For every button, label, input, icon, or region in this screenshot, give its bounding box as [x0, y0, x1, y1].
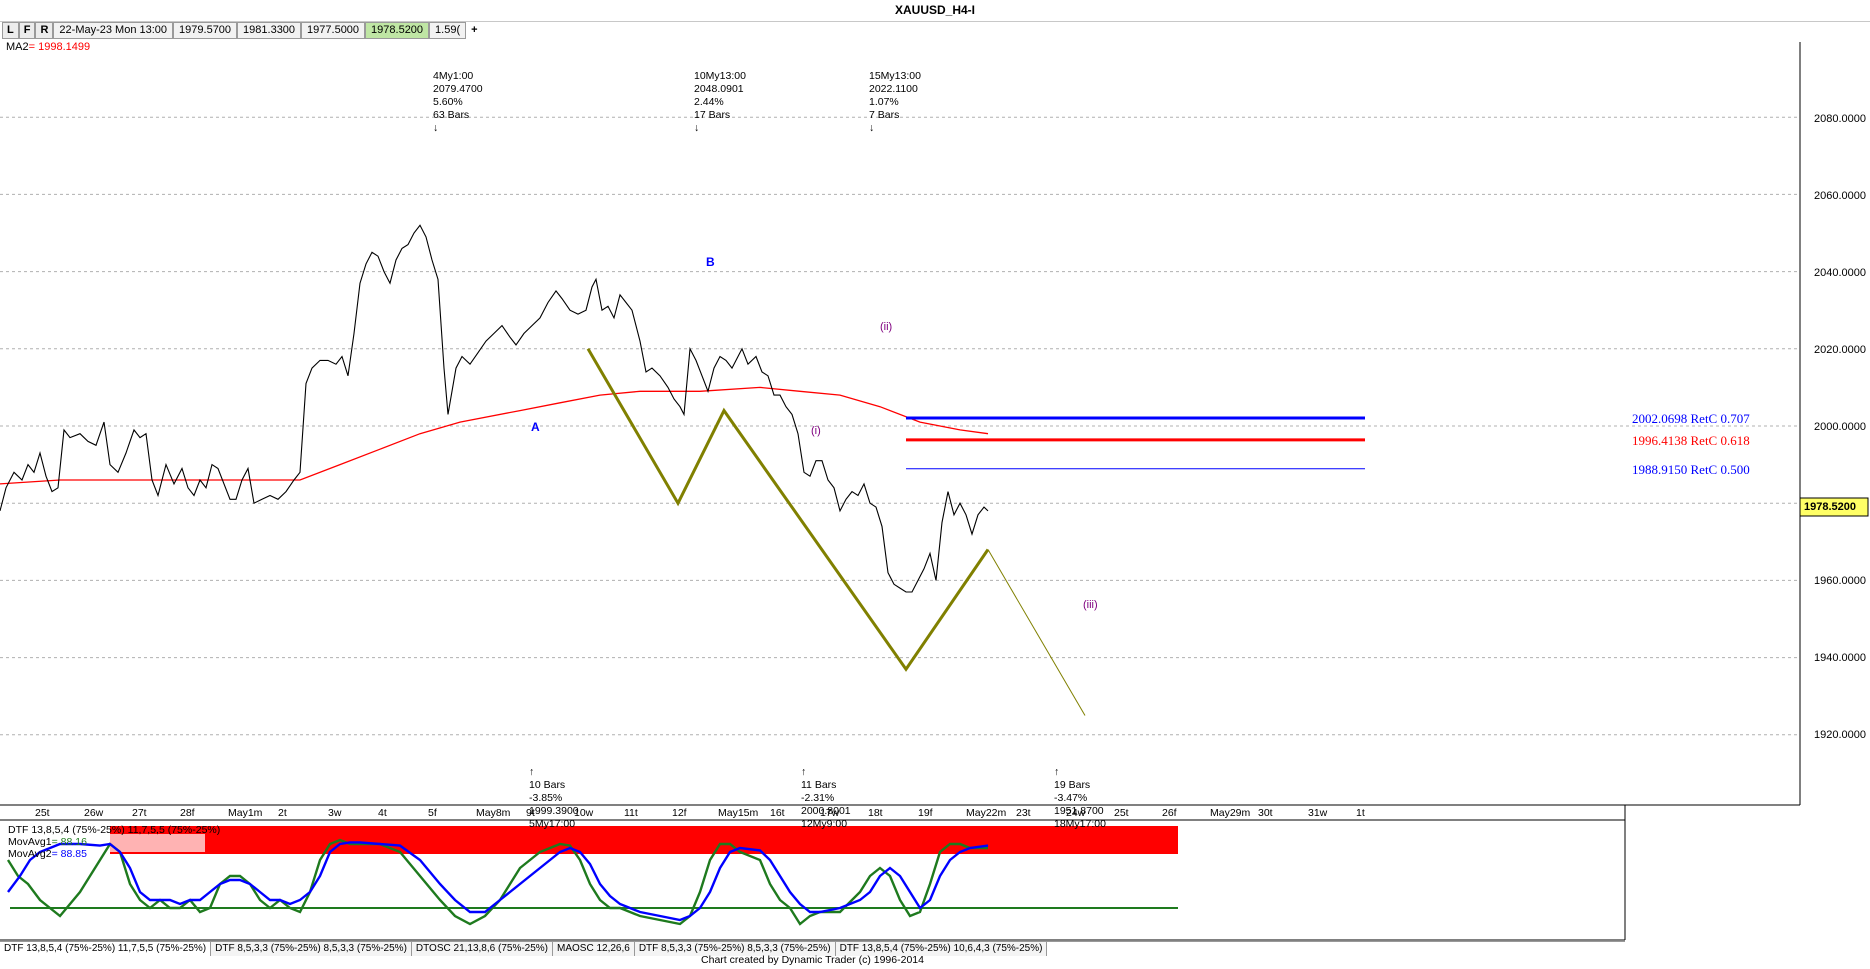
time-axis-label: 2t	[278, 807, 287, 819]
retracement-label-707: 2002.0698 RetC 0.707	[1632, 411, 1750, 426]
wave-label-ii: (ii)	[880, 321, 893, 333]
price-tick: 1940.0000	[1814, 652, 1866, 664]
wave-label-i: (i)	[811, 425, 821, 437]
up-arrow-icon: ↑	[529, 766, 535, 778]
time-axis-label: 25t	[1114, 807, 1129, 819]
wave-projection-line	[987, 549, 1086, 716]
window-title: XAUUSD_H4-I	[894, 3, 975, 17]
time-axis-label: May15m	[718, 807, 759, 819]
wave-pattern-line	[586, 348, 990, 672]
up-arrow-icon: ↑	[801, 766, 807, 778]
wave-label-b: B	[706, 255, 715, 269]
top-annotation: 10My13:00 2048.0901 2.44% 17 Bars ↓	[694, 70, 746, 134]
retracement-label-500: 1988.9150 RetC 0.500	[1632, 462, 1750, 477]
movavg1-legend: MovAvg1= 88.16	[8, 836, 87, 848]
time-axis-label: 31w	[1308, 807, 1328, 819]
time-axis-label: 9t	[526, 807, 535, 819]
price-tick: 2000.0000	[1814, 421, 1866, 433]
current-price-label: 1978.5200	[1804, 501, 1856, 513]
title-bar: XAUUSD_H4-I	[0, 0, 1870, 22]
time-axis-label: 5f	[428, 807, 437, 819]
footer-credit: Chart created by Dynamic Trader (c) 1996…	[701, 954, 924, 966]
bottom-annotation: ↑ 19 Bars -3.47% 1951.8700 18My17:00	[1054, 766, 1106, 830]
bottom-annotation: ↑ 11 Bars -2.31% 2000.8001 12My9:00	[801, 766, 851, 830]
time-axis-label: 3w	[328, 807, 342, 819]
price-tick: 2040.0000	[1814, 267, 1866, 279]
indicator-band	[110, 826, 1178, 854]
time-axis-label: 27t	[132, 807, 147, 819]
price-tick: 2080.0000	[1814, 113, 1866, 125]
wave-label-a: A	[531, 420, 540, 434]
time-axis-label: 19f	[918, 807, 933, 819]
top-annotation: 15My13:00 2022.1100 1.07% 7 Bars ↓	[869, 70, 921, 134]
time-axis-label: 18t	[868, 807, 883, 819]
time-axis-label: 25t	[35, 807, 50, 819]
time-axis-label: 26w	[84, 807, 104, 819]
movavg2-legend: MovAvg2= 88.85	[8, 848, 87, 860]
retracement-label-618: 1996.4138 RetC 0.618	[1632, 433, 1750, 448]
time-axis-label: May29m	[1210, 807, 1251, 819]
top-annotation: 4My1:00 2079.4700 5.60% 63 Bars ↓	[433, 70, 483, 134]
price-line	[0, 224, 989, 593]
price-tick: 2020.0000	[1814, 344, 1866, 356]
time-axis-label: 24w	[1066, 807, 1086, 819]
time-axis-label: 1t	[1356, 807, 1365, 819]
time-axis-label: 28f	[180, 807, 195, 819]
time-axis-label: 12f	[672, 807, 687, 819]
down-arrow-icon: ↓	[433, 122, 439, 134]
down-arrow-icon: ↓	[694, 122, 700, 134]
time-axis-label: 4t	[378, 807, 387, 819]
down-arrow-icon: ↓	[869, 122, 875, 134]
bottom-annotation: ↑ 10 Bars -3.85% 1999.3900 5My17:00	[529, 766, 579, 830]
price-tick: 1960.0000	[1814, 575, 1866, 587]
time-axis: 25t 26w 27t 28f May1m 2t 3w 4t 5f May8m 9t 10w 11t 12…	[0, 807, 1625, 820]
indicator-legend: DTF 13,8,5,4 (75%-25%) 11,7,5,5 (75%-25%…	[8, 824, 220, 860]
wave-label-iii: (iii)	[1083, 599, 1098, 611]
time-axis-label: 16t	[770, 807, 785, 819]
time-axis-label: 17w	[820, 807, 840, 819]
time-axis-label: May1m	[228, 807, 263, 819]
gridlines	[0, 116, 1800, 736]
time-axis-label: 23t	[1016, 807, 1031, 819]
time-axis-label: 26f	[1162, 807, 1177, 819]
time-axis-label: 11t	[624, 807, 638, 819]
price-tick: 2060.0000	[1814, 190, 1866, 202]
indicator-header: DTF 13,8,5,4 (75%-25%) 11,7,5,5 (75%-25%…	[8, 824, 221, 836]
up-arrow-icon: ↑	[1054, 766, 1060, 778]
price-tick: 1920.0000	[1814, 729, 1866, 741]
ma2-line	[0, 386, 989, 485]
time-axis-label: 30t	[1258, 807, 1273, 819]
time-axis-label: 10w	[574, 807, 594, 819]
time-axis-label: May22m	[966, 807, 1007, 819]
time-axis-label: May8m	[476, 807, 511, 819]
